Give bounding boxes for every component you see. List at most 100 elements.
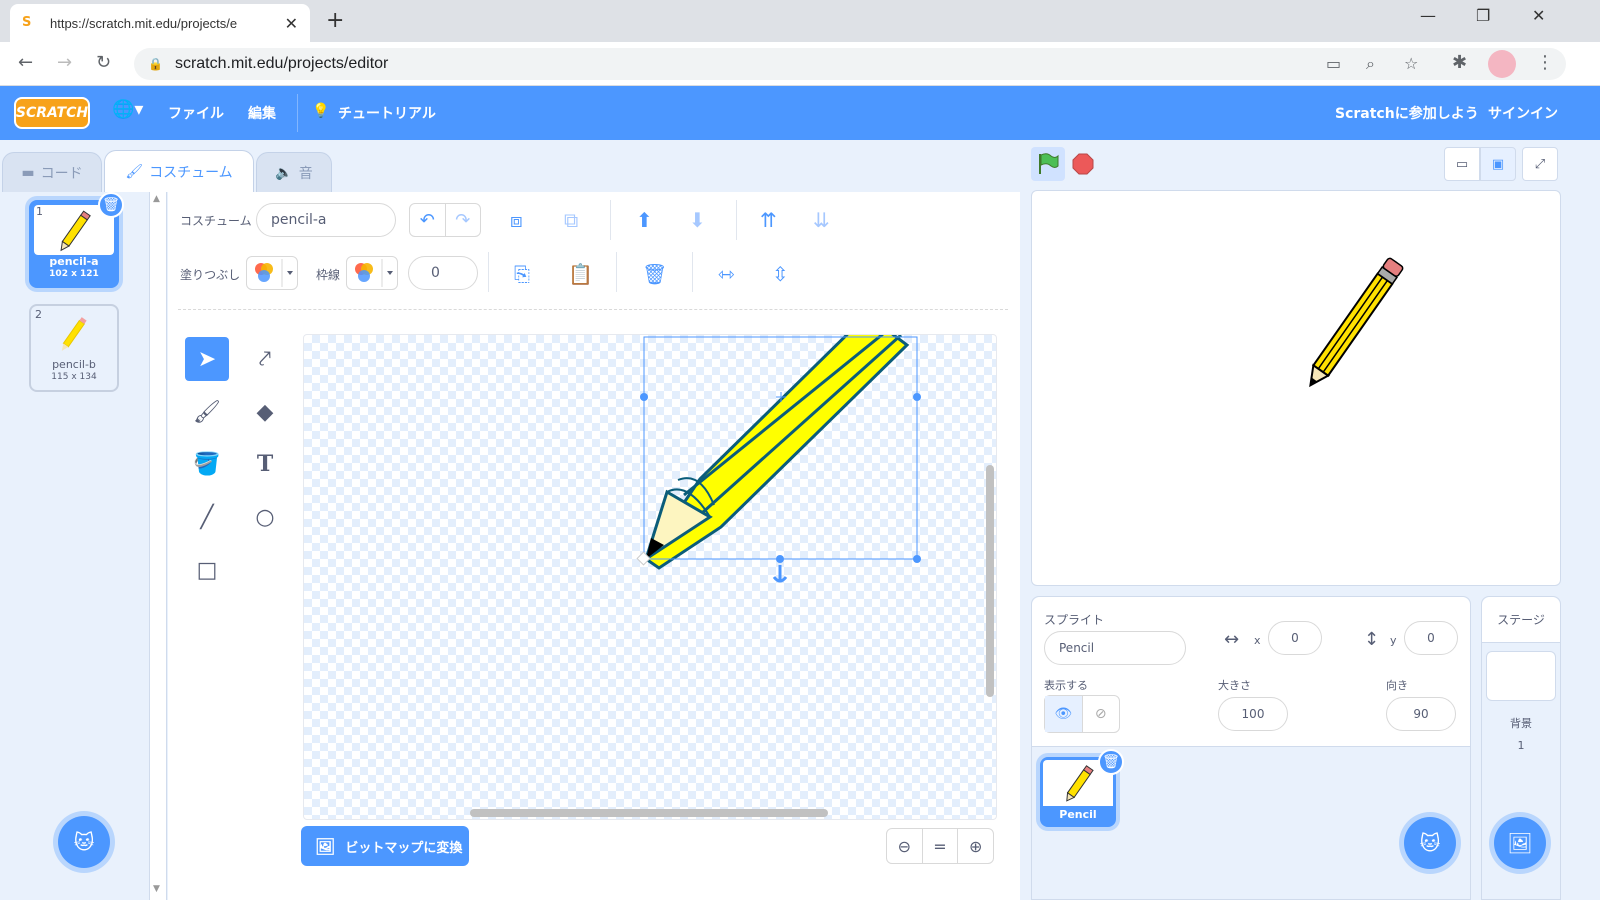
cast-icon[interactable]: ▭ (1326, 54, 1341, 73)
choose-backdrop-button[interactable]: 🖼 (1494, 817, 1546, 869)
new-tab-icon[interactable]: + (326, 8, 344, 33)
choose-costume-button[interactable]: 🐱 (58, 816, 110, 868)
delete-icon[interactable]: 🗑 (642, 262, 667, 286)
language-globe-icon[interactable]: 🌐▾ (112, 99, 143, 120)
join-scratch-link[interactable]: Scratchに参加しよう (1335, 103, 1479, 123)
browser-tab-bar: S https://scratch.mit.edu/projects/e ✕ +… (0, 0, 1600, 42)
zoom-controls: ⊖ = ⊕ (886, 828, 994, 864)
tab-code[interactable]: ▬ コード (2, 152, 102, 192)
scroll-up-icon[interactable]: ▲ (153, 194, 160, 204)
redo-icon[interactable]: ↷ (446, 204, 481, 236)
menu-divider (297, 94, 298, 132)
browser-tab[interactable]: S https://scratch.mit.edu/projects/e ✕ (10, 4, 310, 42)
costume-item[interactable]: 2 pencil-b 115 x 134 (29, 304, 119, 392)
stage[interactable] (1031, 190, 1561, 586)
brush-tool[interactable]: 🖌 (185, 390, 229, 434)
circle-tool[interactable]: ○ (243, 495, 287, 539)
costume-size: 115 x 134 (51, 372, 97, 382)
profile-avatar[interactable] (1488, 50, 1516, 78)
stop-button[interactable] (1072, 153, 1094, 175)
menu-dots-icon[interactable]: ⋮ (1536, 52, 1554, 73)
convert-to-bitmap-button[interactable]: 🖼 ビットマップに変換 (301, 826, 469, 866)
close-window-icon[interactable]: ✕ (1532, 6, 1545, 25)
sprite-name-input[interactable]: Pencil (1044, 631, 1186, 665)
fill-label: 塗りつぶし (180, 268, 241, 282)
group-icon[interactable]: ⧈ (510, 208, 523, 232)
y-input[interactable]: 0 (1404, 621, 1458, 655)
flip-horizontal-icon[interactable]: ⇿ (718, 262, 735, 286)
scratch-logo[interactable]: SCRATCH (14, 97, 90, 129)
delete-sprite-icon[interactable]: 🗑 (1098, 749, 1124, 775)
close-tab-icon[interactable]: ✕ (285, 14, 298, 33)
extensions-icon[interactable]: ✱ (1452, 52, 1467, 73)
stage-selector[interactable]: ステージ 背景 1 🖼 (1481, 596, 1561, 900)
direction-input[interactable]: 90 (1386, 697, 1456, 731)
x-input[interactable]: 0 (1268, 621, 1322, 655)
rectangle-tool[interactable]: □ (185, 548, 229, 592)
backdrops-count: 1 (1517, 739, 1525, 752)
tab-sounds[interactable]: 🔈 音 (256, 152, 332, 192)
costume-list-scrollbar[interactable]: ▲ ▼ (150, 192, 167, 900)
restore-icon[interactable]: ❐ (1476, 6, 1490, 25)
canvas-horizontal-scrollbar[interactable] (470, 809, 828, 817)
fill-swatch-icon (255, 259, 293, 287)
menu-edit[interactable]: 編集 (248, 103, 276, 123)
zoom-in-icon[interactable]: ⊕ (958, 829, 993, 863)
backward-layer-icon[interactable]: ⬇ (689, 208, 706, 232)
outline-swatch-icon (355, 259, 393, 287)
minimize-icon[interactable]: — (1420, 6, 1436, 25)
green-flag-button[interactable] (1031, 147, 1065, 181)
url-field[interactable]: 🔒 scratch.mit.edu/projects/editor ▭ ⌕ ☆ (134, 48, 1566, 80)
green-flag-icon (1039, 153, 1059, 174)
tutorial-bulb-icon[interactable]: 💡 (312, 103, 329, 119)
fill-tool[interactable]: 🪣 (185, 442, 229, 486)
direction-label: 向き (1386, 679, 1408, 692)
forward-layer-icon[interactable]: ⬆ (636, 208, 653, 232)
canvas-vertical-scrollbar[interactable] (986, 465, 994, 697)
drawing-canvas[interactable] (303, 334, 997, 820)
undo-icon[interactable]: ↶ (410, 204, 446, 236)
bookmark-star-icon[interactable]: ☆ (1404, 54, 1418, 73)
menu-tutorial[interactable]: チュートリアル (338, 103, 436, 123)
eraser-tool[interactable]: ◆ (243, 390, 287, 434)
visibility-toggle: 👁 ⊘ (1044, 695, 1120, 733)
ungroup-icon[interactable]: ⧉ (564, 208, 578, 232)
brush-icon: 🖌 (125, 163, 144, 180)
flip-vertical-icon[interactable]: ⇳ (772, 262, 789, 286)
x-arrow-icon: ↔ (1224, 629, 1240, 650)
size-input[interactable]: 100 (1218, 697, 1288, 731)
outline-color-picker[interactable] (346, 256, 398, 290)
small-stage-button[interactable]: ▭ (1444, 147, 1480, 181)
menu-file[interactable]: ファイル (168, 103, 224, 123)
select-tool[interactable]: ➤ (185, 337, 229, 381)
reshape-tool[interactable]: ⤤ (243, 337, 287, 381)
paste-icon[interactable]: 📋 (568, 262, 593, 286)
normal-stage-button[interactable]: ▣ (1480, 147, 1516, 181)
front-layer-icon[interactable]: ⇈ (760, 208, 777, 232)
show-eye-icon[interactable]: 👁 (1045, 696, 1083, 732)
back-icon[interactable]: ← (18, 52, 33, 73)
fill-color-picker[interactable] (246, 256, 298, 290)
forward-icon[interactable]: → (57, 52, 72, 73)
back-layer-icon[interactable]: ⇊ (813, 208, 830, 232)
choose-sprite-button[interactable]: 🐱 (1404, 817, 1456, 869)
scroll-down-icon[interactable]: ▼ (153, 884, 160, 894)
copy-icon[interactable]: ⎘ (514, 262, 530, 286)
reload-icon[interactable]: ↻ (96, 52, 111, 73)
outline-width-input[interactable]: 0 (408, 256, 478, 290)
hide-eye-icon[interactable]: ⊘ (1083, 696, 1120, 732)
costume-number: 1 (36, 205, 43, 218)
fullscreen-button[interactable]: ⤢ (1522, 147, 1558, 181)
signin-link[interactable]: サインイン (1488, 103, 1558, 123)
circle-icon: ○ (255, 504, 275, 530)
toolbar-separator (178, 309, 1008, 310)
zoom-icon[interactable]: ⌕ (1366, 54, 1375, 74)
tab-costumes[interactable]: 🖌 コスチューム (104, 150, 254, 192)
line-tool[interactable]: ╱ (185, 495, 229, 539)
costume-name-input[interactable]: pencil-a (256, 203, 396, 237)
zoom-out-icon[interactable]: ⊖ (887, 829, 923, 863)
text-tool[interactable]: T (243, 442, 287, 486)
zoom-reset-icon[interactable]: = (923, 829, 959, 863)
stop-sign-icon (1072, 153, 1094, 175)
delete-costume-icon[interactable]: 🗑 (98, 192, 124, 218)
